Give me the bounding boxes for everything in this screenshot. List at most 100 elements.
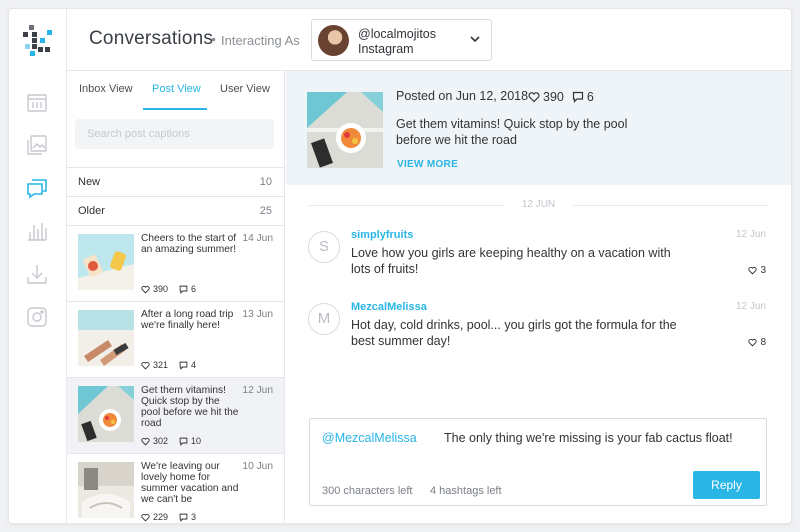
post-date: 13 Jun xyxy=(242,309,273,320)
post-thumbnail xyxy=(78,310,134,366)
app-window: Conversations • Interacting As @localmoj… xyxy=(8,8,792,524)
comment-icon xyxy=(572,91,583,103)
reply-composer[interactable]: @MezcalMelissa The only thing we're miss… xyxy=(309,418,767,506)
date-divider: 12 JUN xyxy=(286,196,791,216)
commenter-avatar: S xyxy=(308,231,340,263)
comment-text: Love how you girls are keeping healthy o… xyxy=(351,246,671,276)
divider-line xyxy=(573,205,769,206)
post-thumbnail xyxy=(78,386,134,442)
post-thumbnail xyxy=(78,462,134,518)
selected-post-likes: 390 xyxy=(543,90,564,104)
tab-inbox-view[interactable]: Inbox View xyxy=(79,83,133,95)
section-older[interactable]: Older 25 xyxy=(67,196,284,225)
tab-post-view[interactable]: Post View xyxy=(152,83,201,95)
post-list-panel: Inbox View Post View User View New 10 Ol… xyxy=(67,71,285,523)
view-tabs: Inbox View Post View User View xyxy=(67,71,284,111)
comment-like-count: 3 xyxy=(760,265,766,276)
section-new[interactable]: New 10 xyxy=(67,167,284,196)
post-stats: 321 4 xyxy=(141,360,196,370)
chevron-down-icon xyxy=(470,36,480,43)
comment-icon xyxy=(179,437,188,446)
post-caption: Get them vitamins! Quick stop by the poo… xyxy=(141,385,239,429)
section-count: 25 xyxy=(259,205,272,217)
comment-icon xyxy=(179,361,188,370)
post-stats: 229 3 xyxy=(141,512,196,522)
comment-date: 12 Jun xyxy=(735,301,766,312)
instagram-icon[interactable] xyxy=(26,306,48,328)
post-likes: 229 xyxy=(153,512,169,522)
analytics-icon[interactable] xyxy=(26,220,48,242)
search-input[interactable] xyxy=(75,119,274,149)
selected-post-comments: 6 xyxy=(586,90,594,104)
conversation-panel: Posted on Jun 12, 2018 390 6 Get them vi… xyxy=(286,71,791,523)
post-stats: 302 10 xyxy=(141,436,201,446)
post-date: 10 Jun xyxy=(242,461,273,472)
active-tab-indicator xyxy=(143,108,207,110)
heart-icon xyxy=(141,513,150,522)
list-item[interactable]: Cheers to the start of an amazing summer… xyxy=(67,225,284,301)
section-label: Older xyxy=(78,205,105,217)
heart-icon xyxy=(528,92,540,103)
comment-likes: 3 xyxy=(748,265,766,276)
heart-icon xyxy=(748,338,758,347)
avatar xyxy=(318,25,349,56)
account-handle: @localmojitos xyxy=(358,27,436,41)
list-item[interactable]: We're leaving our lovely home for summer… xyxy=(67,453,284,523)
section-count: 10 xyxy=(259,176,272,188)
post-date: 12 Jun xyxy=(242,385,273,396)
selected-post-stats: 390 6 xyxy=(528,90,594,104)
heart-icon xyxy=(141,437,150,446)
section-label: New xyxy=(78,176,101,188)
account-selector[interactable]: @localmojitos Instagram xyxy=(311,19,492,61)
comment-text: Hot day, cold drinks, pool... you girls … xyxy=(351,318,677,348)
post-comments: 4 xyxy=(191,360,197,370)
logo-icon xyxy=(23,25,52,56)
comment-icon xyxy=(179,513,188,522)
commenter-username[interactable]: MezcalMelissa xyxy=(351,301,427,313)
selected-post-header: Posted on Jun 12, 2018 390 6 Get them vi… xyxy=(286,71,791,185)
comment-icon xyxy=(179,285,188,294)
list-item[interactable]: Get them vitamins! Quick stop by the poo… xyxy=(67,377,284,453)
selected-post-image xyxy=(307,92,383,168)
heart-icon xyxy=(141,285,150,294)
page-title: Conversations xyxy=(89,28,214,49)
post-comments: 3 xyxy=(191,512,197,522)
comment-likes: 8 xyxy=(748,337,766,348)
comment-item: M MezcalMelissa 12 Jun Hot day, cold dri… xyxy=(286,301,791,367)
account-network: Instagram xyxy=(358,42,414,56)
interacting-as-label: Interacting As xyxy=(221,33,300,48)
post-caption: After a long road trip we're finally her… xyxy=(141,309,234,331)
post-caption: Cheers to the start of an amazing summer… xyxy=(141,233,237,255)
calendar-icon[interactable] xyxy=(26,91,48,113)
sidebar xyxy=(9,9,67,523)
reply-mention: @MezcalMelissa xyxy=(322,431,417,445)
hashtags-left: 4 hashtags left xyxy=(430,485,502,497)
comment-like-count: 8 xyxy=(760,337,766,348)
list-item[interactable]: After a long road trip we're finally her… xyxy=(67,301,284,377)
post-comments: 6 xyxy=(191,284,197,294)
tab-user-view[interactable]: User View xyxy=(220,83,270,95)
reply-message[interactable]: The only thing we're missing is your fab… xyxy=(444,431,733,445)
view-more-link[interactable]: VIEW MORE xyxy=(397,159,458,170)
posted-date: Posted on Jun 12, 2018 xyxy=(396,89,529,103)
post-caption: We're leaving our lovely home for summer… xyxy=(141,461,239,505)
conversations-icon[interactable] xyxy=(26,177,48,199)
commenter-avatar: M xyxy=(308,303,340,335)
post-likes: 390 xyxy=(153,284,169,294)
commenter-username[interactable]: simplyfruits xyxy=(351,229,413,241)
selected-post-caption: Get them vitamins! Quick stop by the poo… xyxy=(396,117,628,147)
post-likes: 321 xyxy=(153,360,169,370)
post-comments: 10 xyxy=(191,436,202,446)
reply-button[interactable]: Reply xyxy=(693,471,760,499)
media-library-icon[interactable] xyxy=(26,134,48,156)
post-stats: 390 6 xyxy=(141,284,196,294)
download-icon[interactable] xyxy=(26,263,48,285)
post-likes: 302 xyxy=(153,436,169,446)
title-separator: • xyxy=(211,31,216,47)
heart-icon xyxy=(141,361,150,370)
post-thumbnail xyxy=(78,234,134,290)
post-date: 14 Jun xyxy=(242,233,273,244)
characters-left: 300 characters left xyxy=(322,485,413,497)
heart-icon xyxy=(748,266,758,275)
comment-date: 12 Jun xyxy=(735,229,766,240)
